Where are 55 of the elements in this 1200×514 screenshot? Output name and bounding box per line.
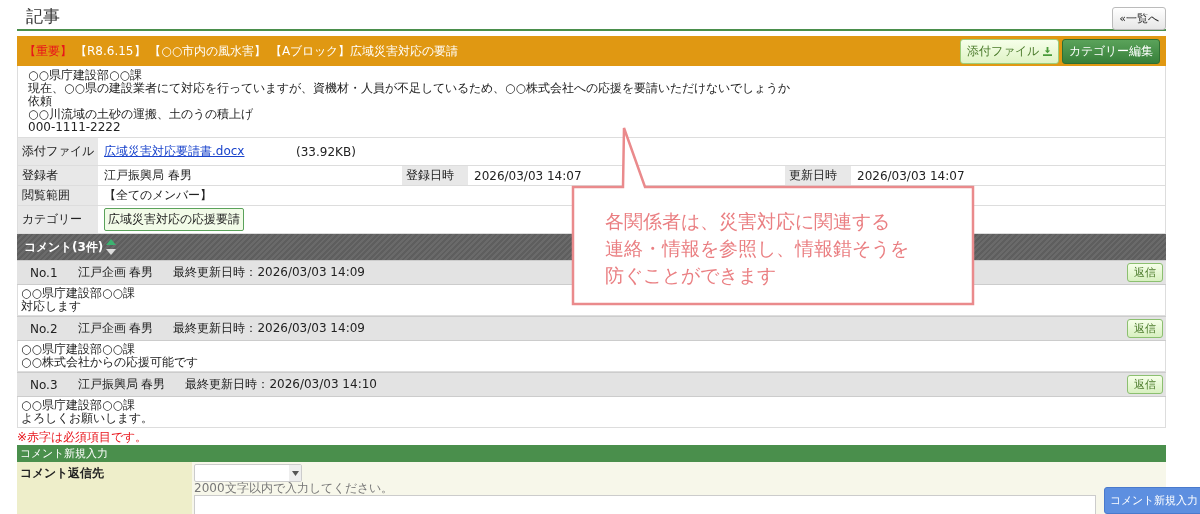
field-label: 登録日時 [402,166,468,185]
category-edit-button[interactable]: カテゴリー編集 [1062,38,1160,64]
field-value: 江戸振興局 春男 [103,167,193,184]
comment-text: 対応します [21,300,81,313]
field-label: 閲覧範囲 [18,186,98,205]
comment-text: よろしくお願いします。 [21,412,154,425]
field-value: 2026/03/03 14:07 [856,167,966,185]
required-note: ※赤字は必須項目です。 [17,430,149,444]
file-size: (33.92KB) [296,144,356,159]
comment-text: ○○県庁建設部○○課 [21,287,136,300]
comment-updated: 最終更新日時：2026/03/03 14:09 [173,320,365,337]
dropdown-icon [291,470,299,476]
field-label: コメント返信先 [17,462,192,484]
comment-author: 江戸企画 春男 [77,264,154,281]
field-label: 登録者 [18,166,98,185]
callout-text: 連絡・情報を参照し、情報錯そうを [605,237,909,261]
callout-text: 各関係者は、災害対応に関連する [605,210,891,234]
comment-text: ○○株式会社からの応援可能です [21,356,199,369]
body-text: 依頼 [28,95,53,108]
reply-button[interactable]: 返信 [1127,375,1163,394]
callout-text: 防ぐことができます [605,264,777,288]
field-label: 更新日時 [785,166,851,185]
field-value: 【全てのメンバー】 [103,187,213,204]
comment-author: 江戸企画 春男 [77,320,154,337]
attachment-link[interactable]: 広域災害対応要請書.docx [104,143,296,160]
reply-button[interactable]: 返信 [1127,263,1163,282]
body-text: ○○川流域の土砂の運搬、土のうの積上げ [28,108,254,121]
priority-label: 【重要】 [24,42,72,60]
article-title: 【R8.6.15】 【○○市内の風水害】 【Aブロック】広域災害対応の要請 [75,42,459,60]
comment-text: ○○県庁建設部○○課 [21,343,135,356]
comment-number: No.3 [30,377,58,392]
comment-number: No.1 [30,265,58,280]
download-icon [1043,46,1052,56]
comment-text: ○○県庁建設部○○課 [21,399,136,412]
sort-icon[interactable] [106,239,117,255]
category-tag: 広域災害対応の応援要請 [104,208,244,231]
body-text: 000-1111-2222 [28,121,122,134]
page-title: 記事 [26,5,60,28]
field-label: 添付ファイル [18,138,98,165]
body-text: ○○県庁建設部○○課 [28,69,143,82]
comment-updated: 最終更新日時：2026/03/03 14:09 [173,264,365,281]
input-hint: 2000文字以内で入力してください。 [194,482,393,495]
comment-number: No.2 [30,321,58,336]
comment-author: 江戸振興局 春男 [77,376,166,393]
comment-updated: 最終更新日時：2026/03/03 14:10 [185,376,377,393]
reply-button[interactable]: 返信 [1127,319,1163,338]
attachment-button[interactable]: 添付ファイル [960,38,1059,64]
back-button[interactable]: «一覧へ [1112,7,1166,30]
reply-to-select[interactable] [194,464,302,482]
comments-title: コメント(3件) [24,238,104,256]
new-comment-button[interactable]: コメント新規入力 [1104,487,1200,514]
field-label: カテゴリー [18,206,98,233]
form-title: コメント新規入力 [17,445,1166,462]
body-text: 現在、○○県の建設業者にて対応を行っていますが、資機材・人員が不足しているため、○○株式会社への応援を要請いただけないでしょうか [28,82,791,95]
field-value: 2026/03/03 14:07 [473,167,583,185]
